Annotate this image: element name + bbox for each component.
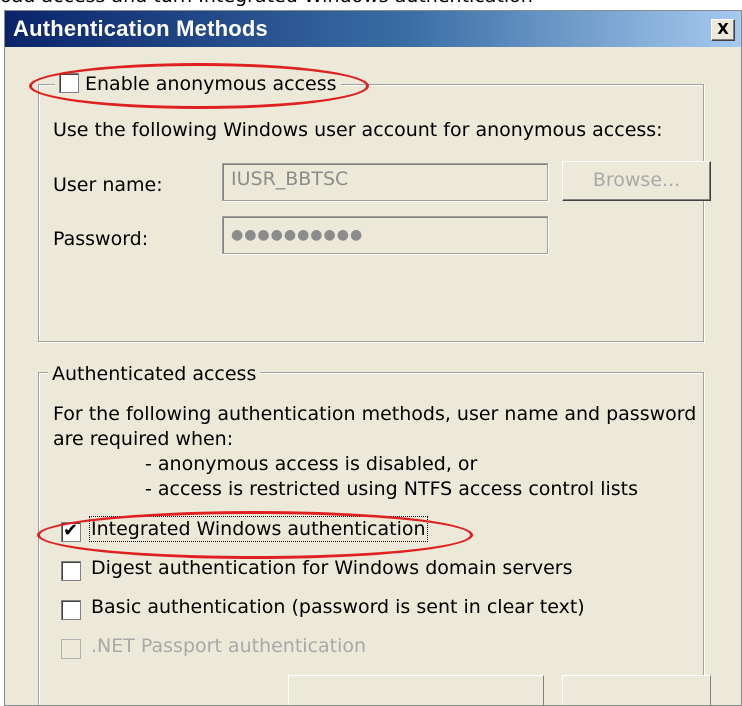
partial-button-left[interactable] <box>288 675 544 705</box>
authenticated-legend: Authenticated access <box>48 363 261 385</box>
dialog-title: Authentication Methods <box>13 16 268 41</box>
enable-anonymous-checkbox[interactable] <box>59 73 79 93</box>
basic-auth-label[interactable]: Basic authentication (password is sent i… <box>91 596 585 618</box>
password-label: Password: <box>53 228 149 250</box>
auth-description-line1: For the following authentication methods… <box>53 403 697 425</box>
password-field[interactable]: ●●●●●●●●●● <box>222 216 548 254</box>
basic-auth-checkbox[interactable] <box>61 600 81 620</box>
integrated-windows-label[interactable]: Integrated Windows authentication <box>89 516 428 542</box>
enable-anonymous-label[interactable]: Enable anonymous access <box>85 73 337 95</box>
close-icon: X <box>717 20 729 38</box>
partial-caption-text: oad access and turn Integrated Windows a… <box>0 0 742 8</box>
partial-button-right[interactable] <box>562 675 711 705</box>
username-label: User name: <box>53 174 163 196</box>
checkmark-icon: ✔ <box>63 520 79 541</box>
passport-auth-checkbox <box>61 639 81 659</box>
auth-bullet-2: - access is restricted using NTFS access… <box>145 478 639 500</box>
anonymous-description: Use the following Windows user account f… <box>53 119 663 141</box>
digest-auth-label[interactable]: Digest authentication for Windows domain… <box>91 557 572 579</box>
title-bar[interactable]: Authentication Methods X <box>5 11 741 47</box>
partial-caption-span: oad access and turn Integrated Windows a… <box>0 0 533 8</box>
auth-description-line2: are required when: <box>53 428 234 450</box>
username-field[interactable]: IUSR_BBTSC <box>222 163 548 201</box>
anonymous-legend: Enable anonymous access <box>55 73 341 95</box>
passport-auth-label: .NET Passport authentication <box>91 635 367 657</box>
auth-bullet-1: - anonymous access is disabled, or <box>145 453 478 475</box>
close-button[interactable]: X <box>711 19 735 41</box>
authentication-methods-dialog: Authentication Methods X Enable anonymou… <box>4 10 742 706</box>
browse-button[interactable]: Browse... <box>562 161 711 201</box>
digest-auth-checkbox[interactable] <box>61 561 81 581</box>
integrated-windows-checkbox[interactable]: ✔ <box>61 520 81 542</box>
